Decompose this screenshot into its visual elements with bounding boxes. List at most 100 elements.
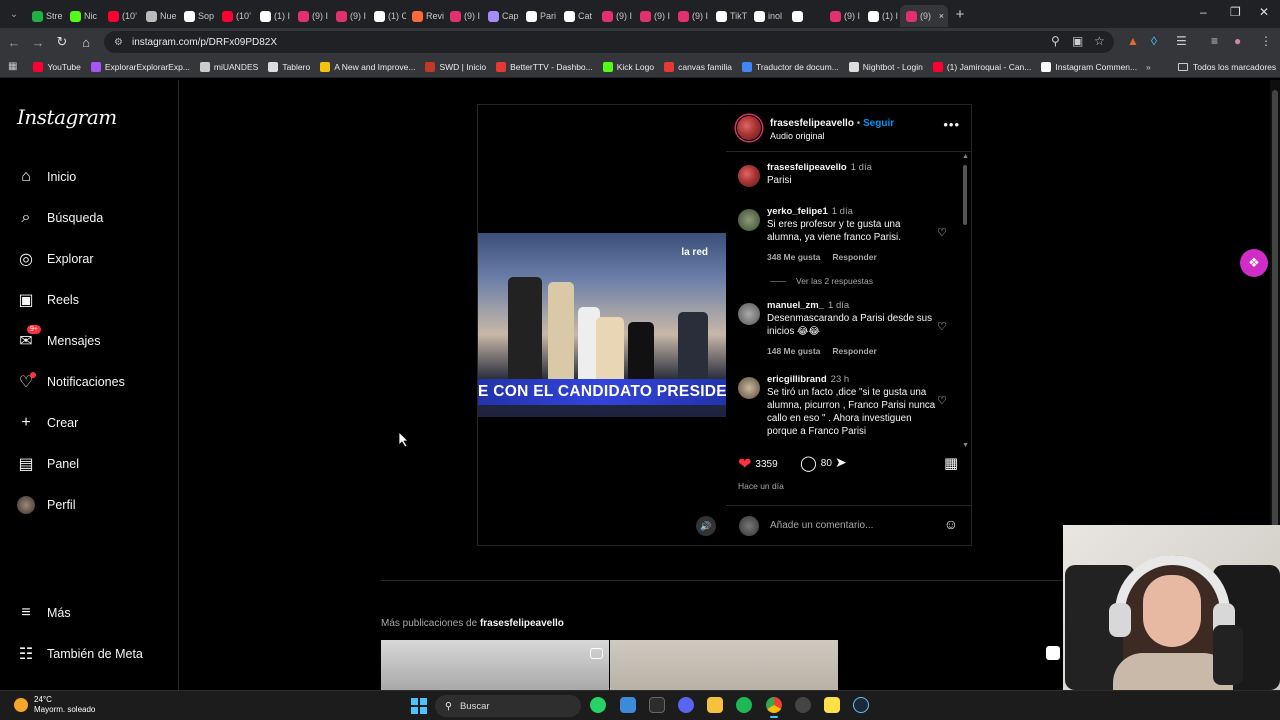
reel-video[interactable]: la red E CON EL CANDIDATO PRESIDE 🔊 bbox=[478, 105, 726, 545]
bookmarks-overflow-icon[interactable]: » bbox=[1146, 62, 1151, 72]
browser-tab[interactable]: (9) I bbox=[444, 5, 482, 27]
tab-active[interactable]: (9) × bbox=[900, 5, 948, 27]
sticky-notes-icon[interactable] bbox=[824, 697, 840, 713]
browser-tab[interactable]: inol bbox=[748, 5, 786, 27]
site-info-icon[interactable]: ⚙ bbox=[114, 37, 123, 48]
reels-shortcut-icon[interactable] bbox=[1046, 646, 1060, 660]
browser-tab[interactable]: Stre bbox=[26, 5, 64, 27]
bookmark-item[interactable]: A New and Improve... bbox=[320, 61, 415, 72]
comment-username[interactable]: manuel_zm_ bbox=[767, 300, 824, 311]
browser-tab[interactable]: Pari bbox=[520, 5, 558, 27]
reply-button[interactable]: Responder bbox=[832, 346, 876, 356]
maximize-icon[interactable]: ❐ bbox=[1230, 5, 1241, 19]
steam-icon[interactable] bbox=[853, 697, 869, 713]
nav-item-meta[interactable]: ☷ También de Meta bbox=[17, 645, 143, 663]
comments-list[interactable]: frasesfelipeavello 1 día Parisi yerko_felip… bbox=[726, 152, 972, 444]
back-icon[interactable]: ← bbox=[2, 35, 26, 50]
extension-bttv-icon[interactable]: ◊ bbox=[1151, 34, 1157, 48]
bookmark-item[interactable]: miUANDES bbox=[199, 61, 258, 72]
bookmark-item[interactable]: Nightbot - Login bbox=[848, 61, 923, 72]
nav-item-perfil[interactable]: Perfil bbox=[17, 496, 75, 514]
apps-icon[interactable]: ▦ bbox=[8, 61, 17, 72]
comment-username[interactable]: yerko_felipe1 bbox=[767, 206, 828, 217]
nav-item-reels[interactable]: ▣ Reels bbox=[17, 291, 79, 309]
notes-icon[interactable] bbox=[620, 697, 636, 713]
audio-toggle-icon[interactable]: 🔊 bbox=[696, 516, 716, 536]
share-icon[interactable]: ➤ bbox=[835, 454, 847, 471]
media-icon[interactable]: ≡ bbox=[1211, 34, 1218, 48]
comment-likes[interactable]: 348 Me gusta bbox=[767, 252, 820, 262]
browser-tab[interactable]: Cat bbox=[558, 5, 596, 27]
close-tab-icon[interactable]: × bbox=[939, 11, 944, 21]
browser-tab[interactable]: (9) I bbox=[292, 5, 330, 27]
browser-tab[interactable]: (9) I bbox=[824, 5, 862, 27]
settings-icon[interactable] bbox=[795, 697, 811, 713]
url-field[interactable]: ⚙ instagram.com/p/DRFx09PD82X bbox=[104, 31, 1114, 53]
new-tab-button[interactable]: + bbox=[948, 6, 972, 23]
post-thumbnail[interactable] bbox=[610, 640, 838, 690]
author-username[interactable]: frasesfelipeavello bbox=[770, 118, 854, 129]
liked-heart-icon[interactable]: ❤ bbox=[738, 454, 751, 474]
browser-tab[interactable]: (9) I bbox=[634, 5, 672, 27]
reply-button[interactable]: Responder bbox=[832, 252, 876, 262]
comment-icon[interactable]: ◯ bbox=[800, 454, 817, 472]
terminal-icon[interactable] bbox=[649, 697, 665, 713]
instagram-logo[interactable]: Instagram bbox=[17, 105, 117, 129]
bookmark-item[interactable]: canvas familia bbox=[664, 61, 732, 72]
taskbar-search[interactable]: ⚲ Buscar bbox=[435, 695, 581, 717]
discord-icon[interactable] bbox=[678, 697, 694, 713]
nav-item-panel[interactable]: ▤ Panel bbox=[17, 455, 79, 473]
browser-tab[interactable]: Nic bbox=[64, 5, 102, 27]
browser-tab[interactable]: Revi bbox=[406, 5, 444, 27]
nav-item-notificaciones[interactable]: ♡ Notificaciones bbox=[17, 372, 125, 391]
bookmark-item[interactable]: SWD | Inicio bbox=[425, 61, 486, 72]
browser-tab[interactable]: (1) I bbox=[862, 5, 900, 27]
extensions-icon[interactable]: ☰ bbox=[1176, 34, 1187, 48]
browser-tab[interactable]: (9) I bbox=[672, 5, 710, 27]
browser-tab[interactable]: TikT bbox=[710, 5, 748, 27]
tab-search-button[interactable]: ⌄ bbox=[2, 9, 26, 20]
comment-likes[interactable]: 148 Me gusta bbox=[767, 346, 820, 356]
browser-tab[interactable]: Cap bbox=[482, 5, 520, 27]
home-browser-icon[interactable]: ⌂ bbox=[74, 35, 98, 50]
bookmark-item[interactable]: BetterTTV - Dashbo... bbox=[496, 61, 593, 72]
follow-button[interactable]: Seguir bbox=[863, 118, 894, 129]
browser-tab[interactable]: (10’ bbox=[102, 5, 140, 27]
browser-menu-icon[interactable]: ⋮ bbox=[1260, 34, 1272, 48]
bookmark-item[interactable]: (1) Jamiroquai - Can... bbox=[932, 61, 1031, 72]
save-icon[interactable]: ▦ bbox=[944, 454, 958, 472]
nav-item-explorar[interactable]: ◎ Explorar bbox=[17, 250, 94, 268]
commenter-avatar[interactable] bbox=[737, 208, 761, 232]
bookmark-item[interactable]: ExplorarExplorarExp... bbox=[90, 61, 190, 72]
comment-like-icon[interactable]: ♡ bbox=[937, 320, 947, 333]
nav-item-mensajes[interactable]: ✉ 9+ Mensajes bbox=[17, 325, 101, 350]
browser-tab[interactable]: Nue bbox=[140, 5, 178, 27]
nav-item-menu[interactable]: ≡ Más bbox=[17, 604, 70, 622]
nav-item-busqueda[interactable]: ⌕ Búsqueda bbox=[17, 209, 104, 227]
browser-tab[interactable]: (9) I bbox=[330, 5, 368, 27]
view-replies-button[interactable]: Ver las 2 respuestas bbox=[770, 276, 873, 286]
windows-start-icon[interactable] bbox=[411, 698, 427, 714]
bookmark-item[interactable]: Instagram Commen... bbox=[1041, 61, 1137, 72]
file-explorer-icon[interactable] bbox=[707, 697, 723, 713]
browser-tab[interactable]: (10’ bbox=[216, 5, 254, 27]
bookmark-item[interactable]: Tablero bbox=[268, 61, 310, 72]
author-avatar[interactable] bbox=[736, 115, 762, 141]
more-posts-user[interactable]: frasesfelipeavello bbox=[480, 618, 564, 629]
nav-item-crear[interactable]: + Crear bbox=[17, 414, 78, 432]
close-window-icon[interactable]: ✕ bbox=[1259, 5, 1269, 19]
browser-tab[interactable]: (1) I bbox=[254, 5, 292, 27]
browser-tab[interactable]: (1) C bbox=[368, 5, 406, 27]
chrome-icon[interactable] bbox=[766, 697, 782, 718]
comment-username[interactable]: frasesfelipeavello bbox=[767, 162, 847, 173]
emoji-icon[interactable]: ☺ bbox=[944, 516, 958, 532]
weather-widget[interactable]: 24°C Mayorm. soleado bbox=[14, 695, 95, 715]
like-count[interactable]: 3359 bbox=[755, 459, 777, 470]
install-app-icon[interactable]: ▣ bbox=[1072, 34, 1083, 48]
bookmark-item[interactable]: Traductor de docum... bbox=[741, 61, 839, 72]
commenter-avatar[interactable] bbox=[737, 302, 761, 326]
bookmark-item[interactable]: YouTube bbox=[33, 61, 81, 72]
nav-item-inicio[interactable]: ⌂ Inicio bbox=[17, 168, 76, 186]
comment-input[interactable]: Añade un comentario... bbox=[770, 520, 873, 531]
floating-extension-icon[interactable]: ❖ bbox=[1240, 249, 1268, 277]
